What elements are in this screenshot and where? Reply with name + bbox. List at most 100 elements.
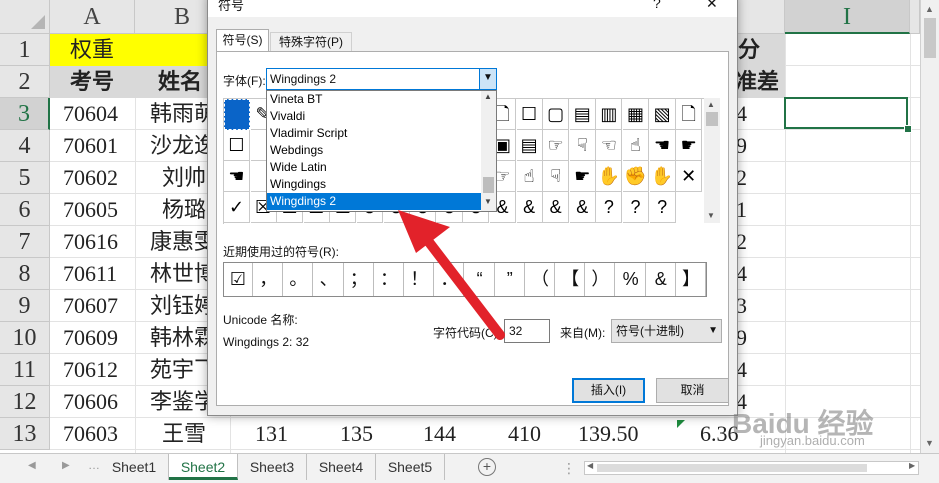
recent-symbol[interactable]: ☑ — [224, 263, 253, 296]
row-header-8[interactable]: 8 — [0, 258, 50, 290]
font-option[interactable]: Vivaldi — [267, 108, 481, 125]
cell-name[interactable]: 杨璐 — [162, 194, 206, 226]
recent-symbol[interactable]: & — [647, 263, 676, 296]
sheet-tab-sheet2[interactable]: Sheet2 — [169, 454, 238, 480]
symbol-cell[interactable]: ✓ — [224, 192, 250, 223]
grid-scroll-down-icon[interactable]: ▼ — [707, 211, 715, 220]
recent-symbol[interactable]: 、 — [315, 263, 344, 296]
cancel-button[interactable]: 取消 — [656, 378, 729, 403]
symbol-cell[interactable]: ? — [596, 192, 623, 223]
selected-cell-i3[interactable] — [784, 97, 908, 129]
sheet-tab-sheet5[interactable]: Sheet5 — [376, 454, 445, 480]
symbol-cell[interactable]: & — [516, 192, 543, 223]
dropdown-scroll-up-icon[interactable]: ▲ — [484, 92, 492, 101]
cell-id[interactable]: 70611 — [63, 258, 117, 290]
symbol-cell[interactable]: ☝ — [516, 161, 543, 192]
cell-id[interactable]: 70605 — [63, 194, 118, 226]
row-header-6[interactable]: 6 — [0, 194, 50, 226]
symbol-cell[interactable]: & — [543, 192, 570, 223]
cell-id[interactable]: 70612 — [63, 354, 118, 386]
symbol-cell[interactable]: ☚ — [224, 161, 250, 192]
tab-special-characters[interactable]: 特殊字符(P) — [270, 32, 352, 51]
vertical-scrollbar[interactable]: ▲ ▼ — [920, 0, 939, 453]
row-header-4[interactable]: 4 — [0, 130, 50, 162]
column-header-i[interactable]: I — [785, 0, 910, 34]
symbol-cell[interactable]: ☟ — [569, 130, 596, 161]
row-header-7[interactable]: 7 — [0, 226, 50, 258]
cell-id[interactable]: 70602 — [63, 162, 118, 194]
tab-scroll-right-icon[interactable]: ▶ — [62, 460, 70, 471]
cell-id[interactable]: 70609 — [63, 322, 118, 354]
grid-scrollbar[interactable]: ▲ ▼ — [704, 98, 720, 223]
header-id[interactable]: 考号 — [70, 66, 114, 98]
cell-row13-f[interactable]: 410 — [508, 418, 541, 450]
symbol-cell[interactable]: ☚ — [649, 130, 676, 161]
column-header-next[interactable] — [910, 0, 920, 34]
font-option[interactable]: Wingdings — [267, 176, 481, 193]
plus-circle-icon[interactable]: + — [478, 458, 496, 476]
font-option[interactable]: Vineta BT — [267, 91, 481, 108]
symbol-cell[interactable]: ▥ — [596, 99, 623, 130]
symbol-cell[interactable]: 🗋 — [676, 99, 703, 130]
cell-row13-c[interactable]: 131 — [255, 418, 288, 450]
cell-id[interactable]: 70603 — [63, 418, 118, 450]
symbol-cell[interactable]: ✋ — [649, 161, 676, 192]
symbol-cell[interactable]: ▢ — [543, 99, 570, 130]
symbol-cell[interactable]: ☐ — [516, 99, 543, 130]
symbol-cell[interactable]: ? — [623, 192, 649, 223]
symbol-cell[interactable]: ☜ — [596, 130, 623, 161]
horizontal-scroll-thumb[interactable] — [597, 464, 867, 472]
font-option[interactable]: Wide Latin — [267, 159, 481, 176]
font-option[interactable]: Webdings — [267, 142, 481, 159]
symbol-cell[interactable]: ☟ — [543, 161, 570, 192]
symbol-cell[interactable]: ✋ — [596, 161, 623, 192]
row-header-10[interactable]: 10 — [0, 322, 50, 354]
symbol-cell[interactable]: ☝ — [623, 130, 649, 161]
symbol-cell[interactable]: ■ — [224, 99, 250, 130]
from-select[interactable]: 符号(十进制) ▼ — [611, 319, 722, 343]
cell-id[interactable]: 70606 — [63, 386, 118, 418]
recent-symbol[interactable]: ） — [586, 263, 616, 296]
recent-symbol[interactable]: 【 — [556, 263, 586, 296]
cell-row13-g[interactable]: 139.50 — [578, 418, 639, 450]
symbol-cell[interactable]: ▤ — [569, 99, 596, 130]
cell-id[interactable]: 70604 — [63, 98, 118, 130]
cell-name[interactable]: 王雪 — [162, 418, 206, 450]
recent-symbol[interactable]: % — [617, 263, 646, 296]
scroll-up-icon[interactable]: ▲ — [925, 4, 934, 14]
cell-id[interactable]: 70607 — [63, 290, 118, 322]
sheet-tab-sheet1[interactable]: Sheet1 — [100, 454, 169, 480]
symbol-cell[interactable]: & — [569, 192, 596, 223]
tab-scroll-left-icon[interactable]: ◀ — [28, 460, 36, 471]
symbol-cell[interactable]: ☐ — [224, 130, 250, 161]
recent-symbol[interactable]: ； — [345, 263, 374, 296]
dropdown-scroll-thumb[interactable] — [483, 177, 494, 193]
symbol-cell[interactable]: ✕ — [676, 161, 703, 192]
font-select[interactable]: Wingdings 2 — [266, 68, 497, 90]
symbol-cell[interactable]: ▦ — [623, 99, 649, 130]
fill-handle[interactable] — [904, 125, 912, 133]
grid-scroll-up-icon[interactable]: ▲ — [707, 100, 715, 109]
close-icon[interactable]: ✕ — [706, 0, 718, 12]
cell-row13-d[interactable]: 135 — [340, 418, 373, 450]
chevron-down-icon[interactable]: ▼ — [479, 69, 496, 89]
tab-options-icon[interactable]: ⋮ — [562, 460, 576, 477]
row-header-1[interactable]: 1 — [0, 34, 50, 66]
row-header-5[interactable]: 5 — [0, 162, 50, 194]
scroll-thumb[interactable] — [924, 18, 936, 58]
symbol-cell[interactable]: ✊ — [623, 161, 649, 192]
help-icon[interactable]: ? — [653, 0, 661, 11]
font-dropdown-list[interactable]: Vineta BT Vivaldi Vladimir Script Webdings W… — [266, 90, 497, 212]
grid-scroll-thumb[interactable] — [706, 112, 718, 126]
row-header-2[interactable]: 2 — [0, 66, 50, 98]
insert-button[interactable]: 插入(I) — [572, 378, 645, 403]
recent-symbol[interactable]: ， — [254, 263, 284, 296]
recent-symbol[interactable]: （ — [526, 263, 555, 296]
row-header-12[interactable]: 12 — [0, 386, 50, 418]
sheet-tab-sheet3[interactable]: Sheet3 — [238, 454, 307, 480]
tab-symbols[interactable]: 符号(S) — [216, 29, 269, 51]
cell-a1[interactable]: 权重 — [70, 34, 114, 66]
cell-id[interactable]: 70601 — [63, 130, 118, 162]
cell-id[interactable]: 70616 — [63, 226, 118, 258]
column-header-a[interactable]: A — [50, 0, 135, 34]
